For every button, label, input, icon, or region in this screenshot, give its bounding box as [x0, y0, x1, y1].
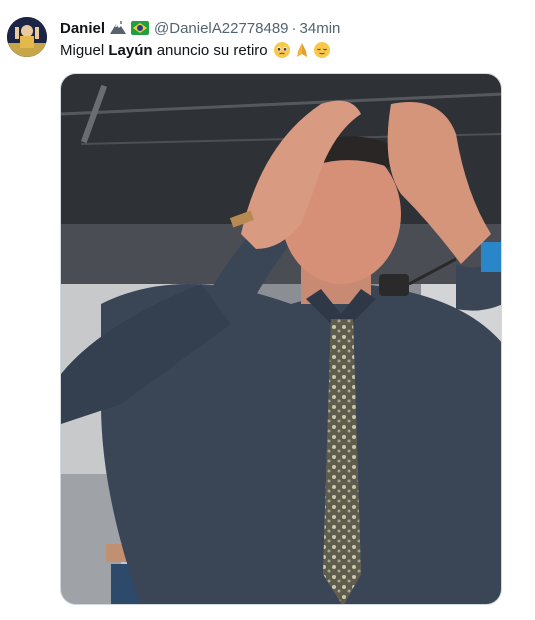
avatar[interactable]	[7, 17, 47, 57]
tweet-text-bold: Layún	[108, 41, 153, 59]
tweet-text: Miguel Layún anuncio su retiro	[60, 41, 331, 59]
tweet-header: Daniel @DanielA22778489 · 34min	[60, 17, 340, 39]
brazil-flag-icon	[131, 21, 150, 35]
relieved-face-icon	[313, 41, 331, 59]
tweet[interactable]: Daniel @DanielA22778489 · 34min Miguel L…	[0, 0, 535, 620]
timestamp[interactable]: 34min	[300, 20, 341, 37]
tweet-text-part: Miguel	[60, 41, 109, 59]
mountain-icon	[109, 20, 127, 36]
pleading-face-icon	[273, 41, 291, 59]
author-handle[interactable]: @DanielA22778489	[154, 20, 289, 37]
tweet-text-part: anuncio su retiro	[152, 41, 268, 59]
folded-hands-icon	[293, 41, 311, 59]
tweet-media-photo[interactable]	[60, 73, 502, 605]
author-name[interactable]: Daniel	[60, 20, 105, 37]
separator-dot: ·	[291, 19, 297, 37]
